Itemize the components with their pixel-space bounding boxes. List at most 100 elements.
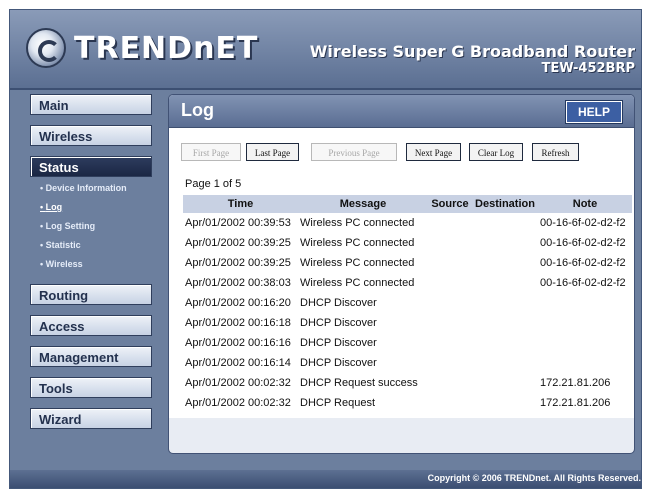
cell-time: Apr/01/2002 00:39:25	[185, 257, 291, 269]
cell-note: 172.21.81.206	[540, 377, 611, 389]
cell-message: DHCP Discover	[300, 337, 377, 349]
cell-source	[428, 293, 472, 313]
cell-message: Wireless PC connected	[300, 257, 415, 269]
cell-note: 00-16-6f-02-d2-f2	[540, 277, 626, 289]
cell-time: Apr/01/2002 00:39:25	[185, 237, 291, 249]
sidebar-item-status[interactable]: Status	[30, 156, 152, 177]
log-panel: Log HELP First Page Last Page Previous P…	[168, 94, 635, 454]
sidebar-item-routing[interactable]: Routing	[30, 284, 152, 305]
submenu-label: Wireless	[45, 259, 83, 269]
clear-log-button[interactable]: Clear Log	[469, 143, 523, 161]
cell-source	[428, 273, 472, 293]
cell-source	[428, 233, 472, 253]
column-header-message: Message	[298, 195, 428, 213]
cell-source	[428, 313, 472, 333]
cell-destination	[472, 313, 538, 333]
cell-message: DHCP Discover	[300, 317, 377, 329]
submenu-item-wireless[interactable]: • Wireless	[30, 255, 154, 274]
sidebar-item-management[interactable]: Management	[30, 346, 152, 367]
cell-note	[538, 293, 632, 313]
next-page-button[interactable]: Next Page	[406, 143, 461, 161]
cell-note: 00-16-6f-02-d2-f2	[540, 237, 626, 249]
table-row: Apr/01/2002 00:39:25 Wireless PC connect…	[183, 253, 632, 273]
submenu-item-statistic[interactable]: • Statistic	[30, 236, 154, 255]
cell-source	[428, 353, 472, 373]
cell-note	[538, 333, 632, 353]
cell-destination	[472, 373, 538, 393]
cell-time: Apr/01/2002 00:16:16	[185, 337, 291, 349]
cell-time: Apr/01/2002 00:16:18	[185, 317, 291, 329]
cell-message: Wireless PC connected	[300, 277, 415, 289]
sidebar-item-access[interactable]: Access	[30, 315, 152, 336]
cell-destination	[472, 293, 538, 313]
cell-message: DHCP Discover	[300, 297, 377, 309]
column-header-note: Note	[538, 195, 632, 213]
brand-logo: TRENDnET	[26, 26, 258, 70]
submenu-label: Log	[45, 202, 63, 212]
page-indicator: Page 1 of 5	[185, 178, 242, 190]
cell-destination	[472, 213, 538, 233]
previous-page-button[interactable]: Previous Page	[311, 143, 397, 161]
table-row: Apr/01/2002 00:16:16 DHCP Discover	[183, 333, 632, 353]
router-admin-window: TRENDnET Wireless Super G Broadband Rout…	[9, 9, 642, 489]
page-title: Log	[181, 100, 214, 120]
help-button[interactable]: HELP	[566, 101, 622, 123]
cell-message: DHCP Request success	[300, 377, 418, 389]
header-banner: TRENDnET Wireless Super G Broadband Rout…	[10, 10, 641, 90]
cell-time: Apr/01/2002 00:38:03	[185, 277, 291, 289]
last-page-button[interactable]: Last Page	[246, 143, 299, 161]
sidebar-item-tools[interactable]: Tools	[30, 377, 152, 398]
cell-note: 172.21.81.206	[540, 397, 611, 409]
cell-source	[428, 333, 472, 353]
cell-time: Apr/01/2002 00:16:20	[185, 297, 291, 309]
panel-header: Log HELP	[169, 95, 634, 128]
table-row: Apr/01/2002 00:38:03 Wireless PC connect…	[183, 273, 632, 293]
sidebar-item-wizard[interactable]: Wizard	[30, 408, 152, 429]
table-header-row: Time Message Source Destination Note	[183, 195, 632, 213]
table-row: Apr/01/2002 00:02:32 DHCP Request 172.21…	[183, 393, 632, 413]
table-row: Apr/01/2002 00:02:32 DHCP Request succes…	[183, 373, 632, 393]
trendnet-logo-icon	[26, 28, 66, 68]
cell-time: Apr/01/2002 00:02:32	[185, 377, 291, 389]
first-page-button[interactable]: First Page	[181, 143, 241, 161]
column-header-destination: Destination	[472, 195, 538, 213]
cell-time: Apr/01/2002 00:16:14	[185, 357, 291, 369]
table-row: Apr/01/2002 00:39:25 Wireless PC connect…	[183, 233, 632, 253]
cell-destination	[472, 393, 538, 413]
sidebar-item-main[interactable]: Main	[30, 94, 152, 115]
table-row: Apr/01/2002 00:16:20 DHCP Discover	[183, 293, 632, 313]
cell-source	[428, 373, 472, 393]
column-header-time: Time	[183, 195, 298, 213]
cell-source	[428, 253, 472, 273]
sidebar-item-wireless[interactable]: Wireless	[30, 125, 152, 146]
cell-destination	[472, 253, 538, 273]
submenu-label: Log Setting	[45, 221, 96, 231]
cell-note	[538, 313, 632, 333]
submenu-label: Statistic	[45, 240, 81, 250]
submenu-item-device-information[interactable]: • Device Information	[30, 179, 154, 198]
cell-destination	[472, 233, 538, 253]
cell-time: Apr/01/2002 00:39:53	[185, 217, 291, 229]
cell-time: Apr/01/2002 00:02:32	[185, 397, 291, 409]
sidebar-nav: Main Wireless Status • Device Informatio…	[30, 94, 154, 439]
cell-destination	[472, 333, 538, 353]
submenu-item-log-setting[interactable]: • Log Setting	[30, 217, 154, 236]
footer-bar: Copyright © 2006 TRENDnet. All Rights Re…	[10, 470, 641, 488]
copyright-text: Copyright © 2006 TRENDnet. All Rights Re…	[427, 473, 641, 483]
table-row: Apr/01/2002 00:39:53 Wireless PC connect…	[183, 213, 632, 233]
cell-destination	[472, 273, 538, 293]
submenu-label: Device Information	[45, 183, 127, 193]
product-model: TEW-452BRP	[541, 61, 635, 76]
log-table: Time Message Source Destination Note Apr…	[183, 195, 632, 413]
cell-note: 00-16-6f-02-d2-f2	[540, 257, 626, 269]
table-row: Apr/01/2002 00:16:18 DHCP Discover	[183, 313, 632, 333]
status-submenu: • Device Information • Log • Log Setting…	[30, 179, 154, 274]
product-name: Wireless Super G Broadband Router	[309, 42, 635, 61]
submenu-item-log[interactable]: • Log	[30, 198, 154, 217]
brand-wordmark: TRENDnET	[74, 30, 259, 66]
refresh-button[interactable]: Refresh	[532, 143, 579, 161]
cell-message: Wireless PC connected	[300, 217, 415, 229]
column-header-source: Source	[428, 195, 472, 213]
table-row: Apr/01/2002 00:16:14 DHCP Discover	[183, 353, 632, 373]
cell-source	[428, 213, 472, 233]
